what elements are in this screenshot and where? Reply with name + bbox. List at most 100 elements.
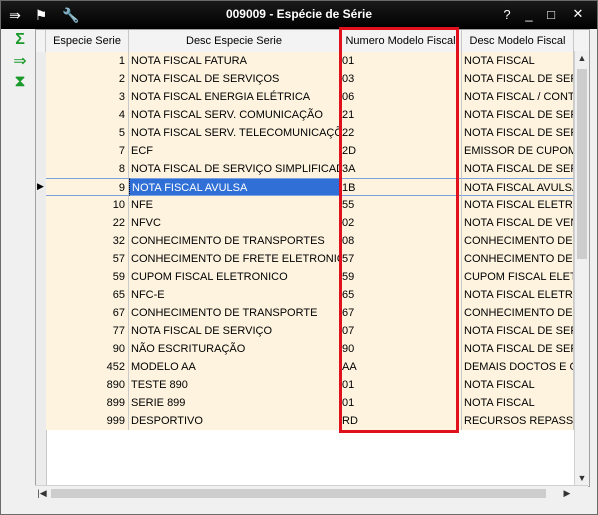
cell-desc-modelo-fiscal[interactable]: NOTA FISCAL xyxy=(462,52,574,70)
cell-numero-modelo-fiscal[interactable]: 67 xyxy=(340,304,462,322)
cell-numero-modelo-fiscal[interactable]: 08 xyxy=(340,232,462,250)
cell-desc-especie-serie[interactable]: ECF xyxy=(129,142,340,160)
cell-desc-modelo-fiscal[interactable]: NOTA FISCAL DE SERV xyxy=(462,70,574,88)
cell-desc-modelo-fiscal[interactable]: NOTA FISCAL DE SERV xyxy=(462,106,574,124)
cell-desc-especie-serie[interactable]: CUPOM FISCAL ELETRONICO xyxy=(129,268,340,286)
cell-desc-especie-serie[interactable]: NFVC xyxy=(129,214,340,232)
cell-desc-especie-serie[interactable]: DESPORTIVO xyxy=(129,412,340,430)
cell-desc-modelo-fiscal[interactable]: NOTA FISCAL DE SERV xyxy=(462,160,574,178)
cell-especie-serie[interactable]: 4 xyxy=(46,106,129,124)
table-row[interactable]: 59 CUPOM FISCAL ELETRONICO 59 CUPOM FISCAL … xyxy=(46,268,579,286)
cell-especie-serie[interactable]: 2 xyxy=(46,70,129,88)
cell-numero-modelo-fiscal[interactable]: 65 xyxy=(340,286,462,304)
cell-especie-serie[interactable]: 3 xyxy=(46,88,129,106)
cell-especie-serie[interactable]: 999 xyxy=(46,412,129,430)
table-row[interactable]: 65 NFC-E 65 NOTA FISCAL ELETRÔ xyxy=(46,286,579,304)
cell-desc-modelo-fiscal[interactable]: NOTA FISCAL AVULSA xyxy=(462,178,574,196)
table-row[interactable]: 22NFVC02NOTA FISCAL DE VEND xyxy=(46,214,579,232)
cell-especie-serie[interactable]: 65 xyxy=(46,286,129,304)
vertical-scrollbar[interactable]: ▲ ▼ xyxy=(574,51,589,485)
table-row[interactable]: 67 CONHECIMENTO DE TRANSPORTE 67 CONHECIMEN… xyxy=(46,304,579,322)
cell-desc-modelo-fiscal[interactable]: NOTA FISCAL DE SERV xyxy=(462,124,574,142)
cell-desc-especie-serie[interactable]: TESTE 890 xyxy=(129,376,340,394)
cell-numero-modelo-fiscal[interactable]: 55 xyxy=(340,196,462,214)
cell-desc-especie-serie[interactable]: NOTA FISCAL DE SERVIÇO xyxy=(129,322,340,340)
table-row[interactable]: 57 CONHECIMENTO DE FRETE ELETRONICO 57 CONH… xyxy=(46,250,579,268)
cell-desc-modelo-fiscal[interactable]: RECURSOS REPASSE D xyxy=(462,412,574,430)
cell-desc-especie-serie[interactable]: NOTA FISCAL AVULSA xyxy=(129,178,340,196)
table-row[interactable]: 890 TESTE 890 01 NOTA FISCAL xyxy=(46,376,579,394)
cell-numero-modelo-fiscal[interactable]: 01 xyxy=(340,376,462,394)
cell-desc-especie-serie[interactable]: CONHECIMENTO DE TRANSPORTE xyxy=(129,304,340,322)
cell-desc-modelo-fiscal[interactable]: NOTA FISCAL xyxy=(462,394,574,412)
cell-desc-modelo-fiscal[interactable]: NOTA FISCAL / CONTA xyxy=(462,88,574,106)
cell-numero-modelo-fiscal[interactable]: 07 xyxy=(340,322,462,340)
close-button[interactable]: ✕ xyxy=(569,6,587,22)
cell-numero-modelo-fiscal[interactable]: 2D xyxy=(340,142,462,160)
cell-especie-serie[interactable]: 7 xyxy=(46,142,129,160)
cell-especie-serie[interactable]: 32 xyxy=(46,232,129,250)
cell-numero-modelo-fiscal[interactable]: 06 xyxy=(340,88,462,106)
sum-icon[interactable]: Σ xyxy=(10,31,30,49)
cell-especie-serie[interactable]: 890 xyxy=(46,376,129,394)
cell-especie-serie[interactable]: 10 xyxy=(46,196,129,214)
table-row[interactable]: 4 NOTA FISCAL SERV. COMUNICAÇÃO 21 NOTA FIS… xyxy=(46,106,579,124)
export-icon[interactable]: ⇒ xyxy=(10,52,30,70)
cell-desc-modelo-fiscal[interactable]: NOTA FISCAL ELETRÔ xyxy=(462,286,574,304)
cell-desc-especie-serie[interactable]: NFC-E xyxy=(129,286,340,304)
table-row[interactable]: 77 NOTA FISCAL DE SERVIÇO 07 NOTA FISCAL DE… xyxy=(46,322,579,340)
table-row[interactable]: 2 NOTA FISCAL DE SERVIÇOS 03 NOTA FISCAL DE… xyxy=(46,70,579,88)
cell-desc-modelo-fiscal[interactable]: CONHECIMENTO DE T xyxy=(462,304,574,322)
cell-especie-serie[interactable]: 67 xyxy=(46,304,129,322)
cell-numero-modelo-fiscal[interactable]: 22 xyxy=(340,124,462,142)
cell-especie-serie[interactable]: 77 xyxy=(46,322,129,340)
cell-desc-modelo-fiscal[interactable]: NOTA FISCAL DE SERV xyxy=(462,322,574,340)
cell-desc-modelo-fiscal[interactable]: CUPOM FISCAL ELETR xyxy=(462,268,574,286)
header-desc-especie-serie[interactable]: Desc Especie Serie xyxy=(129,30,340,52)
table-row[interactable]: 3 NOTA FISCAL ENERGIA ELÉTRICA 06 NOTA FISC… xyxy=(46,88,579,106)
cell-numero-modelo-fiscal[interactable]: 1B xyxy=(340,178,462,196)
table-row[interactable]: 8 NOTA FISCAL DE SERVIÇO SIMPLIFICADA 3A NO… xyxy=(46,160,579,178)
header-numero-modelo-fiscal[interactable]: Numero Modelo Fiscal xyxy=(340,30,462,52)
filter-icon[interactable]: ⧗ xyxy=(10,73,30,91)
maximize-button[interactable]: □ xyxy=(542,6,560,22)
cell-especie-serie[interactable]: 90 xyxy=(46,340,129,358)
table-row[interactable]: 90 NÃO ESCRITURAÇÃO 90 NOTA FISCAL DE SERV xyxy=(46,340,579,358)
cell-especie-serie[interactable]: 899 xyxy=(46,394,129,412)
cell-desc-modelo-fiscal[interactable]: NOTA FISCAL xyxy=(462,376,574,394)
minimize-button[interactable]: _ xyxy=(520,6,538,22)
cell-desc-modelo-fiscal[interactable]: NOTA FISCAL ELETRO xyxy=(462,196,574,214)
cell-numero-modelo-fiscal[interactable]: 3A xyxy=(340,160,462,178)
table-row[interactable]: 7ECF2DEMISSOR DE CUPOM F xyxy=(46,142,579,160)
cell-numero-modelo-fiscal[interactable]: 01 xyxy=(340,394,462,412)
cell-desc-especie-serie[interactable]: NFE xyxy=(129,196,340,214)
horizontal-scrollbar[interactable]: |◀ ▶ xyxy=(35,485,588,501)
cell-especie-serie[interactable]: 452 xyxy=(46,358,129,376)
scroll-down-icon[interactable]: ▼ xyxy=(575,471,589,485)
cell-numero-modelo-fiscal[interactable]: 02 xyxy=(340,214,462,232)
cell-especie-serie[interactable]: 59 xyxy=(46,268,129,286)
cell-desc-especie-serie[interactable]: NOTA FISCAL SERV. COMUNICAÇÃO xyxy=(129,106,340,124)
table-row[interactable]: 32 CONHECIMENTO DE TRANSPORTES 08 CONHECIME… xyxy=(46,232,579,250)
cell-desc-modelo-fiscal[interactable]: CONHECIMENTO DE T xyxy=(462,232,574,250)
cell-especie-serie[interactable]: 57 xyxy=(46,250,129,268)
cell-desc-especie-serie[interactable]: SERIE 899 xyxy=(129,394,340,412)
cell-desc-modelo-fiscal[interactable]: NOTA FISCAL DE VEND xyxy=(462,214,574,232)
cell-especie-serie[interactable]: 9 xyxy=(46,178,129,196)
cell-desc-especie-serie[interactable]: MODELO AA xyxy=(129,358,340,376)
table-row[interactable]: 1 NOTA FISCAL FATURA 01 NOTA FISCAL xyxy=(46,52,579,70)
table-row[interactable]: 9 NOTA FISCAL AVULSA 1B NOTA FISCAL AVULSA xyxy=(46,178,579,196)
cell-desc-especie-serie[interactable]: CONHECIMENTO DE TRANSPORTES xyxy=(129,232,340,250)
help-button[interactable]: ? xyxy=(498,6,516,22)
scroll-right-icon[interactable]: ▶ xyxy=(560,486,574,501)
cell-desc-especie-serie[interactable]: NOTA FISCAL DE SERVIÇO SIMPLIFICADA xyxy=(129,160,340,178)
cell-numero-modelo-fiscal[interactable]: 59 xyxy=(340,268,462,286)
cell-especie-serie[interactable]: 22 xyxy=(46,214,129,232)
cell-numero-modelo-fiscal[interactable]: AA xyxy=(340,358,462,376)
vertical-scroll-thumb[interactable] xyxy=(577,69,587,259)
cell-desc-especie-serie[interactable]: NOTA FISCAL DE SERVIÇOS xyxy=(129,70,340,88)
cell-numero-modelo-fiscal[interactable]: RD xyxy=(340,412,462,430)
cell-desc-modelo-fiscal[interactable]: NOTA FISCAL DE SERV xyxy=(462,340,574,358)
cell-desc-especie-serie[interactable]: NOTA FISCAL FATURA xyxy=(129,52,340,70)
cell-especie-serie[interactable]: 5 xyxy=(46,124,129,142)
